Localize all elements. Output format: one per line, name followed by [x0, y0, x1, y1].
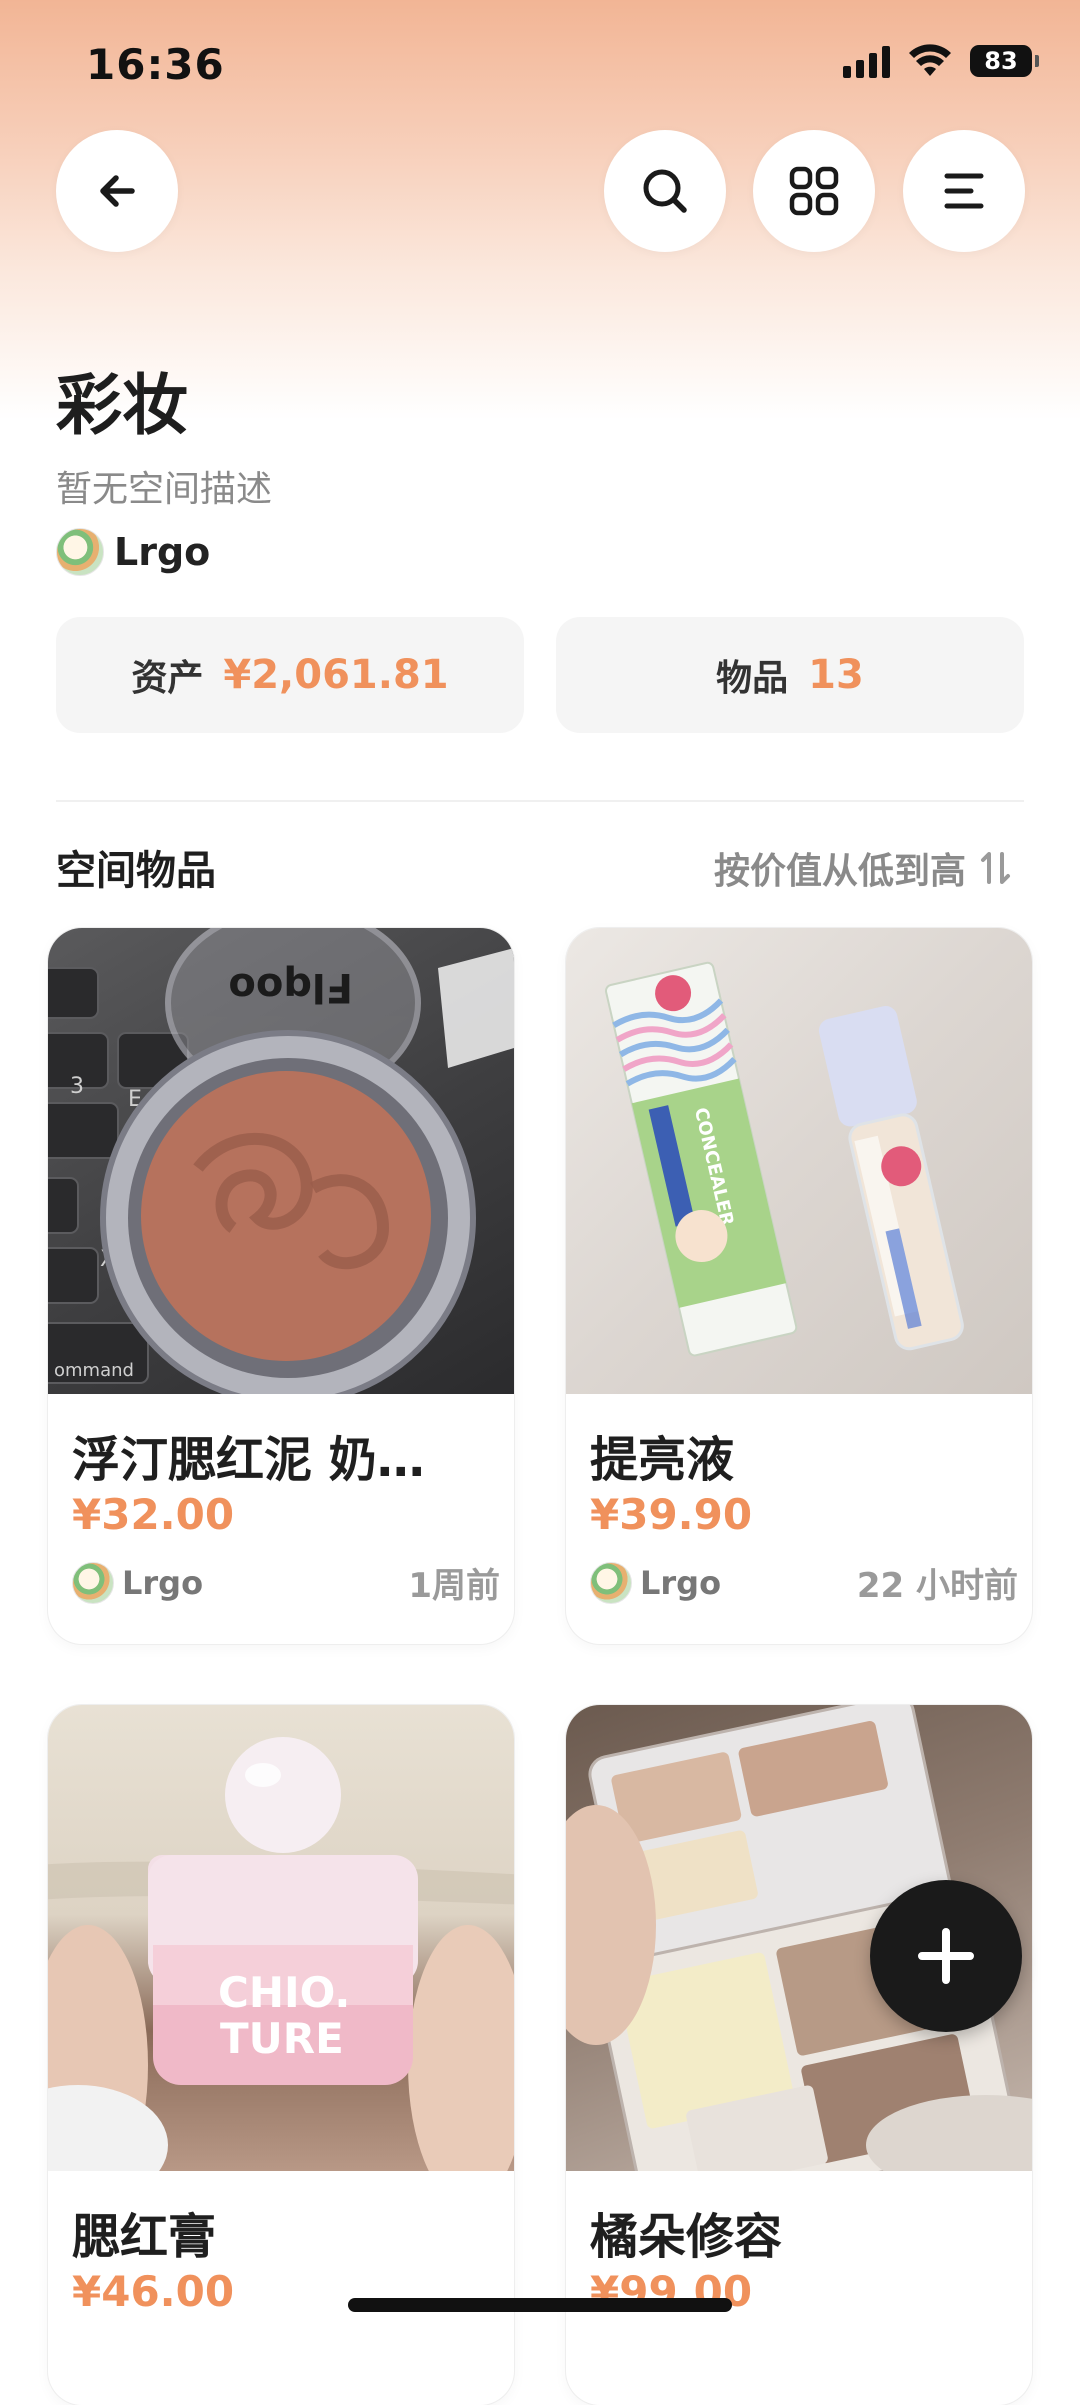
items-value: 13	[808, 652, 864, 698]
item-time: 22 小时前	[856, 1566, 1018, 1606]
add-item-button[interactable]	[870, 1880, 1022, 2032]
status-icons: 83	[843, 44, 1039, 78]
page-title: 彩妆	[56, 367, 188, 444]
sort-toggle[interactable]: 按价值从低到高	[714, 842, 1014, 894]
space-owner[interactable]: Lrgo	[56, 528, 210, 576]
item-user-name: Lrgo	[640, 1563, 722, 1602]
battery-level: 83	[984, 47, 1018, 75]
cushion-brand-text-1: CHIO.	[218, 1968, 350, 2017]
owner-name: Lrgo	[114, 530, 211, 574]
item-meta: Lrgo 22 小时前	[590, 1558, 1018, 1607]
cushion-brand-text-2: TURE	[220, 2014, 344, 2063]
items-stat[interactable]: 物品 13	[556, 617, 1024, 733]
blush-brand-text: Flqoo	[228, 964, 353, 1010]
grid-view-button[interactable]	[753, 130, 875, 252]
search-icon	[643, 169, 687, 213]
item-price: ¥46.00	[72, 2267, 235, 2316]
back-button[interactable]	[56, 130, 178, 252]
item-name: 提亮液	[590, 1432, 735, 1488]
menu-lines-icon	[944, 173, 984, 209]
item-price: ¥32.00	[72, 1490, 235, 1539]
item-name: 腮红膏	[72, 2209, 217, 2265]
item-user-name: Lrgo	[122, 1563, 204, 1602]
status-time: 16:36	[86, 40, 225, 89]
search-button[interactable]	[604, 130, 726, 252]
menu-button[interactable]	[903, 130, 1025, 252]
assets-label: 资产	[131, 658, 204, 699]
sort-icon	[981, 852, 1010, 884]
battery-icon: 83	[970, 45, 1039, 77]
assets-stat[interactable]: 资产 ¥2,061.81	[56, 617, 524, 733]
item-meta: Lrgo 1周前	[72, 1558, 500, 1607]
item-price: ¥39.90	[590, 1490, 753, 1539]
divider	[56, 800, 1024, 802]
item-card[interactable]: 3 E X ommand Flqoo 浮汀腮红泥 奶… ¥32.00 Lrgo …	[48, 928, 514, 1644]
plus-icon	[918, 1928, 974, 1984]
avatar	[56, 528, 104, 576]
items-label: 物品	[716, 658, 789, 699]
grid-icon	[789, 166, 839, 216]
item-name: 橘朵修容	[590, 2209, 783, 2265]
item-photo-blush: 3 E X ommand Flqoo	[48, 928, 514, 1394]
svg-text:3: 3	[70, 1074, 84, 1099]
back-arrow-icon	[100, 175, 135, 207]
assets-value: ¥2,061.81	[223, 652, 449, 698]
item-card[interactable]: CONCEALER 提亮液 ¥39.90 Lrgo 22 小时前	[566, 928, 1032, 1644]
sort-label: 按价值从低到高	[713, 851, 966, 892]
wifi-icon	[909, 44, 951, 76]
space-description: 暂无空间描述	[56, 469, 273, 510]
signal-icon	[843, 44, 890, 78]
item-user: Lrgo	[72, 1561, 204, 1604]
avatar	[72, 1561, 114, 1604]
item-name: 浮汀腮红泥 奶…	[72, 1432, 425, 1488]
section-title: 空间物品	[56, 848, 216, 894]
item-photo-concealer: CONCEALER	[566, 928, 1032, 1394]
svg-text:ommand: ommand	[54, 1360, 134, 1381]
avatar	[590, 1561, 632, 1604]
item-time: 1周前	[408, 1566, 500, 1606]
item-photo-cream-blush: CHIO. TURE	[48, 1705, 514, 2171]
item-user: Lrgo	[590, 1561, 722, 1604]
home-indicator[interactable]	[348, 2298, 732, 2312]
